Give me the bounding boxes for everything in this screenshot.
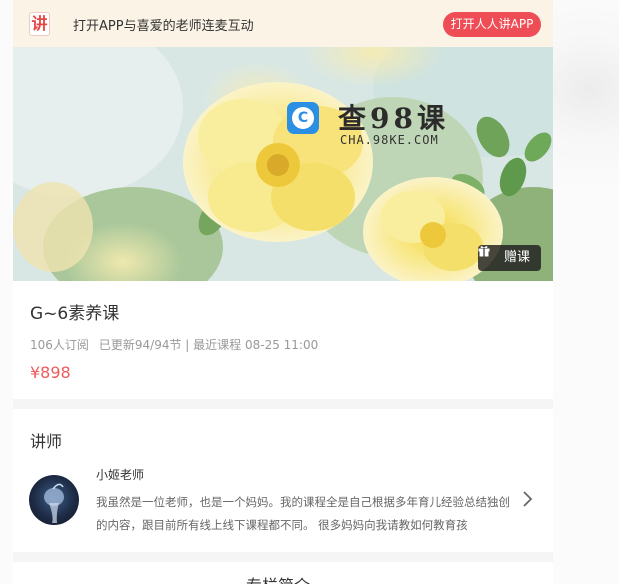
teacher-section-heading: 讲师	[30, 432, 63, 451]
course-meta: 106人订阅 已更新94/94节 | 最近课程 08-25 11:00	[30, 336, 328, 353]
course-cover-image: C 查98课 CHA.98KE.COM 赠课	[13, 47, 553, 281]
course-intro-heading: 专栏简介	[246, 572, 310, 584]
open-app-button[interactable]: 打开人人讲APP	[443, 12, 541, 37]
teacher-avatar[interactable]	[29, 475, 79, 525]
flower-photo	[13, 47, 553, 281]
app-logo: 讲	[29, 12, 50, 36]
subscriber-count: 106人订阅	[30, 338, 89, 352]
teacher-description: 我虽然是一位老师，也是一个妈妈。我的课程全是自己根据多年育儿经验总结独创的内容，…	[96, 495, 510, 532]
watermark-title: 查98课	[338, 102, 449, 135]
banner-text: 打开APP与喜爱的老师连麦互动	[73, 19, 254, 34]
gift-course-button[interactable]: 赠课	[478, 245, 541, 271]
course-price: ¥898	[30, 363, 71, 382]
gift-course-label: 赠课	[504, 250, 531, 265]
teacher-card[interactable]: 讲师 小姬老师 我虽然是一位老师，也是一个妈妈。我的课程全是自己根据多年育儿经验…	[13, 409, 553, 552]
course-info-card: G~6素养课 106人订阅 已更新94/94节 | 最近课程 08-25 11:0…	[13, 281, 553, 399]
update-status: 已更新94/94节 | 最近课程 08-25 11:00	[98, 338, 319, 352]
course-intro-section: 专栏简介	[13, 562, 553, 584]
course-title: G~6素养课	[30, 304, 120, 324]
open-app-banner[interactable]: 讲 打开APP与喜爱的老师连麦互动 打开人人讲APP	[13, 0, 553, 47]
teacher-name: 小姬老师	[96, 468, 145, 482]
course-page: 讲 打开APP与喜爱的老师连麦互动 打开人人讲APP C 查98课 CHA.98…	[13, 0, 553, 584]
chevron-right-icon[interactable]	[522, 489, 534, 509]
watermark-logo-icon: C	[287, 102, 319, 134]
watermark-subtitle: CHA.98KE.COM	[340, 133, 439, 147]
